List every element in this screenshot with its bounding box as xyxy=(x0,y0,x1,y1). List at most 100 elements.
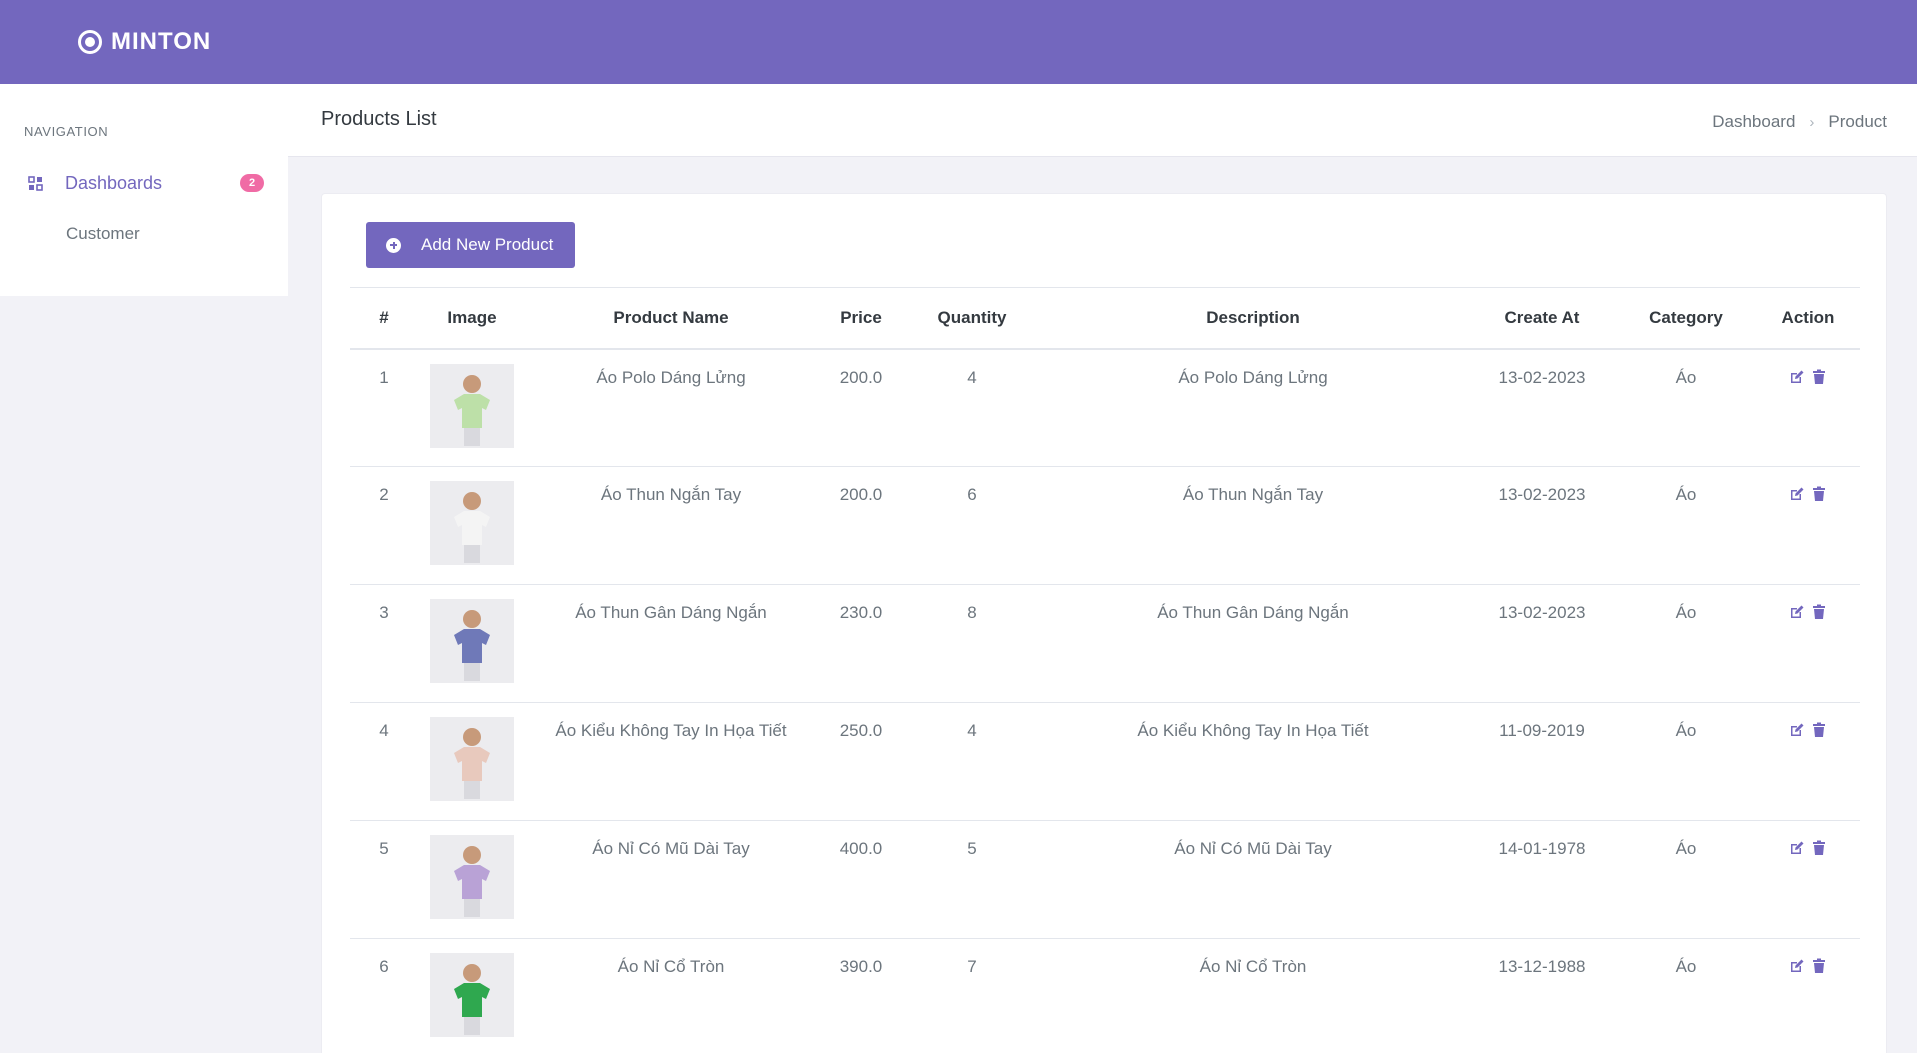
table-header-row: # Image Product Name Price Quantity Desc… xyxy=(350,287,1860,350)
table-row: 5 Áo Nỉ Có Mũ Dài Tay 400.0 5 Áo Nỉ Có M… xyxy=(350,820,1860,939)
trash-icon[interactable] xyxy=(1811,722,1827,738)
trash-icon[interactable] xyxy=(1811,369,1827,385)
row-description: Áo Thun Ngắn Tay xyxy=(1038,466,1468,585)
row-actions xyxy=(1756,702,1860,821)
trash-icon[interactable] xyxy=(1811,958,1827,974)
notification-badge: 2 xyxy=(240,174,264,192)
column-header: Image xyxy=(418,287,526,350)
edit-icon[interactable] xyxy=(1789,958,1805,974)
row-id: 4 xyxy=(350,702,418,821)
row-image-cell xyxy=(418,348,526,467)
table-row: 1 Áo Polo Dáng Lửng 200.0 4 Áo Polo Dáng… xyxy=(350,348,1860,467)
column-header: Category xyxy=(1616,287,1756,350)
edit-icon[interactable] xyxy=(1789,486,1805,502)
breadcrumb-dashboard[interactable]: Dashboard xyxy=(1712,112,1795,132)
row-description: Áo Nỉ Có Mũ Dài Tay xyxy=(1038,820,1468,939)
row-image-cell xyxy=(418,702,526,821)
row-actions xyxy=(1756,820,1860,939)
row-price: 200.0 xyxy=(816,466,906,585)
row-quantity: 6 xyxy=(906,466,1038,585)
edit-icon[interactable] xyxy=(1789,722,1805,738)
edit-icon[interactable] xyxy=(1789,604,1805,620)
row-product-name: Áo Kiểu Không Tay In Họa Tiết xyxy=(526,702,816,821)
logo-icon xyxy=(78,30,102,54)
row-description: Áo Nỉ Cổ Tròn xyxy=(1038,938,1468,1053)
row-quantity: 7 xyxy=(906,938,1038,1053)
sidebar-item-label: Dashboards xyxy=(65,172,163,193)
add-button-label: Add New Product xyxy=(421,235,554,254)
row-id: 6 xyxy=(350,938,418,1053)
table-row: 4 Áo Kiểu Không Tay In Họa Tiết 250.0 4 … xyxy=(350,702,1860,821)
column-header: # xyxy=(350,287,418,350)
nav-section-title: NAVIGATION xyxy=(24,124,109,139)
sidebar: NAVIGATION Dashboards 2 Customer xyxy=(0,84,288,296)
row-image-cell xyxy=(418,820,526,939)
trash-icon[interactable] xyxy=(1811,840,1827,856)
row-quantity: 8 xyxy=(906,584,1038,703)
row-actions xyxy=(1756,466,1860,585)
column-header: Action xyxy=(1756,287,1860,350)
row-category: Áo xyxy=(1616,820,1756,939)
row-product-name: Áo Thun Gân Dáng Ngắn xyxy=(526,584,816,703)
row-price: 390.0 xyxy=(816,938,906,1053)
row-created-at: 14-01-1978 xyxy=(1468,820,1616,939)
breadcrumb-product: Product xyxy=(1828,112,1887,131)
add-new-product-button[interactable]: Add New Product xyxy=(366,222,575,268)
table-row: 3 Áo Thun Gân Dáng Ngắn 230.0 8 Áo Thun … xyxy=(350,584,1860,703)
trash-icon[interactable] xyxy=(1811,486,1827,502)
grid-icon xyxy=(28,175,43,191)
sidebar-item-dashboards[interactable]: Dashboards 2 xyxy=(28,168,264,198)
row-image-cell xyxy=(418,466,526,585)
product-image[interactable] xyxy=(430,953,514,1037)
page-title: Products List xyxy=(321,108,437,130)
row-quantity: 4 xyxy=(906,702,1038,821)
brand-logo[interactable]: MINTON xyxy=(78,28,211,56)
table-row: 2 Áo Thun Ngắn Tay 200.0 6 Áo Thun Ngắn … xyxy=(350,466,1860,585)
row-id: 1 xyxy=(350,348,418,467)
row-image-cell xyxy=(418,938,526,1053)
page-header: Products List Dashboard › Product xyxy=(288,84,1917,157)
breadcrumb: Dashboard › Product xyxy=(1712,112,1887,132)
product-image[interactable] xyxy=(430,481,514,565)
row-description: Áo Thun Gân Dáng Ngắn xyxy=(1038,584,1468,703)
chevron-right-icon: › xyxy=(1809,113,1815,131)
row-price: 250.0 xyxy=(816,702,906,821)
row-category: Áo xyxy=(1616,584,1756,703)
product-image[interactable] xyxy=(430,363,514,448)
row-id: 2 xyxy=(350,466,418,585)
row-description: Áo Polo Dáng Lửng xyxy=(1038,348,1468,467)
row-created-at: 13-12-1988 xyxy=(1468,938,1616,1053)
row-product-name: Áo Thun Ngắn Tay xyxy=(526,466,816,585)
column-header: Create At xyxy=(1468,287,1616,350)
row-created-at: 13-02-2023 xyxy=(1468,348,1616,467)
edit-icon[interactable] xyxy=(1789,840,1805,856)
plus-circle-icon xyxy=(386,237,401,253)
row-category: Áo xyxy=(1616,702,1756,821)
row-price: 200.0 xyxy=(816,348,906,467)
product-image[interactable] xyxy=(430,599,514,683)
row-id: 5 xyxy=(350,820,418,939)
row-category: Áo xyxy=(1616,348,1756,467)
row-image-cell xyxy=(418,584,526,703)
row-actions xyxy=(1756,938,1860,1053)
product-image[interactable] xyxy=(430,835,514,919)
column-header: Price xyxy=(816,287,906,350)
column-header: Quantity xyxy=(906,287,1038,350)
table-row: 6 Áo Nỉ Cổ Tròn 390.0 7 Áo Nỉ Cổ Tròn 13… xyxy=(350,938,1860,1053)
row-product-name: Áo Nỉ Cổ Tròn xyxy=(526,938,816,1053)
row-category: Áo xyxy=(1616,938,1756,1053)
row-description: Áo Kiểu Không Tay In Họa Tiết xyxy=(1038,702,1468,821)
column-header: Description xyxy=(1038,287,1468,350)
sidebar-item-customer[interactable]: Customer xyxy=(66,224,140,244)
trash-icon[interactable] xyxy=(1811,604,1827,620)
product-image[interactable] xyxy=(430,717,514,801)
edit-icon[interactable] xyxy=(1789,369,1805,385)
row-price: 230.0 xyxy=(816,584,906,703)
products-table: # Image Product Name Price Quantity Desc… xyxy=(350,287,1860,1053)
row-created-at: 11-09-2019 xyxy=(1468,702,1616,821)
products-card: Add New Product # Image Product Name Pri… xyxy=(321,193,1887,1053)
row-price: 400.0 xyxy=(816,820,906,939)
topbar: MINTON xyxy=(0,0,1917,84)
row-created-at: 13-02-2023 xyxy=(1468,466,1616,585)
brand-name: MINTON xyxy=(111,28,212,55)
